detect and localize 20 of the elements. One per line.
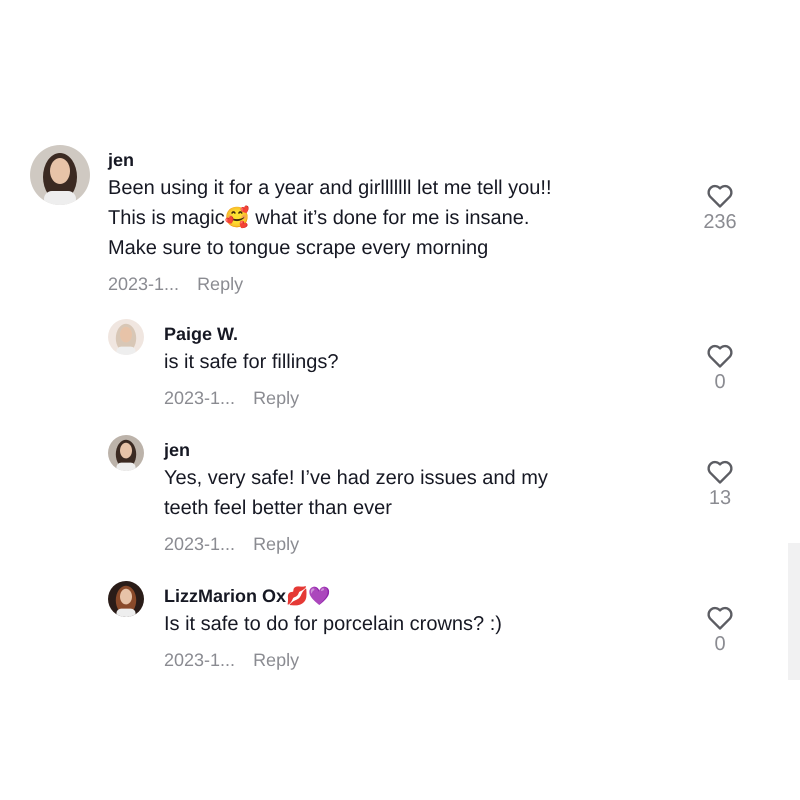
comment-text: Been using it for a year and girlllllll let me tell you!! This is magic🥰 what it’s done for me is insane. Make sure to tongue scrape every morning [108, 176, 553, 261]
like-count: 236 [703, 210, 737, 235]
author-name[interactable]: jen [164, 437, 690, 463]
heart-icon[interactable] [706, 343, 734, 369]
like-count: 0 [714, 632, 726, 657]
comment-text: Is it safe to do for porcelain crowns? :) [164, 612, 503, 637]
author-name[interactable]: LizzMarion Ox💋💜 [164, 583, 690, 609]
author-name[interactable]: jen [108, 147, 690, 173]
comment-date: 2023-1... [164, 387, 236, 410]
comment-date: 2023-1... [108, 273, 180, 296]
author-name[interactable]: Paige W. [164, 321, 690, 347]
heart-icon[interactable] [706, 459, 734, 485]
comment-text: is it safe for fillings? [164, 350, 340, 375]
like-count: 13 [708, 486, 732, 511]
comment-date: 2023-1... [164, 649, 236, 672]
like-count: 0 [714, 370, 726, 395]
comment-date: 2023-1... [164, 533, 236, 556]
heart-icon[interactable] [706, 605, 734, 631]
comment-text: Yes, very safe! I’ve had zero issues and my teeth feel better than ever [164, 466, 549, 521]
heart-icon[interactable] [706, 183, 734, 209]
